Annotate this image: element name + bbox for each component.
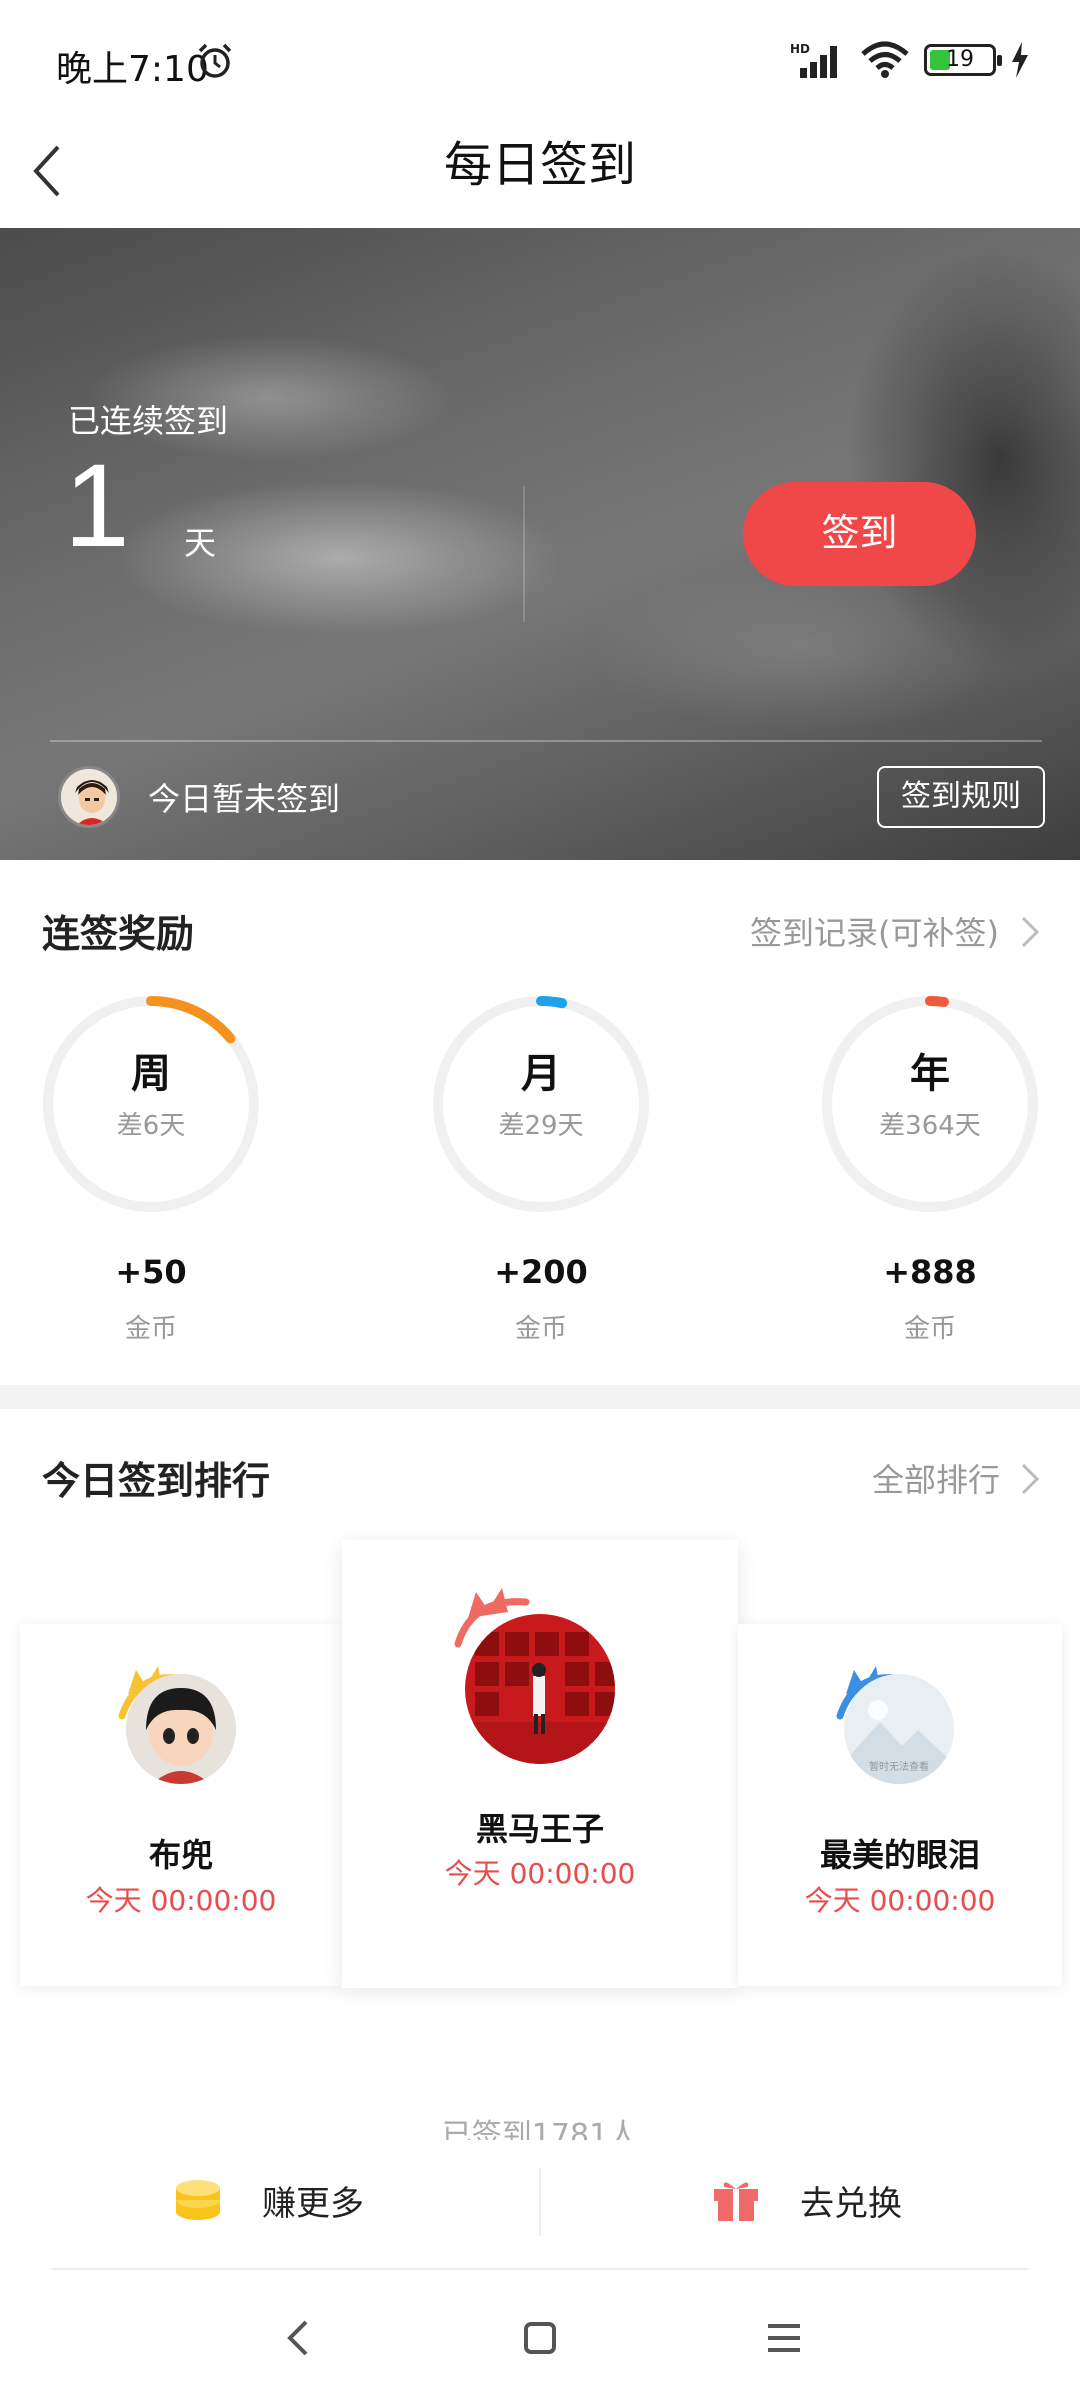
reward-month-remaining: 差29天 <box>498 1111 584 1141</box>
status-time: 晚上7:10 <box>56 49 209 90</box>
coins-icon <box>176 2180 220 2220</box>
signal-icon: HD <box>790 42 837 78</box>
reward-week-period: 周 <box>131 1051 171 1097</box>
streak-days: 1 <box>64 440 130 572</box>
all-ranking-link[interactable]: 全部排行 <box>872 1455 1000 1501</box>
battery-level: 19 <box>946 47 974 72</box>
chevron-right-icon <box>1021 916 1040 948</box>
bottom-separator <box>52 2268 1028 2270</box>
rank-3-avatar-placeholder: 暂时无法查看 <box>869 1760 929 1773</box>
rank-1-name: 黑马王子 <box>475 1810 604 1848</box>
earn-more-label: 赚更多 <box>262 2183 364 2224</box>
title-bar: 每日签到 <box>0 115 1080 227</box>
rank-2-time: 今天 00:00:00 <box>85 1884 277 1917</box>
rank-card-3[interactable]: 暂时无法查看 最美的眼泪 今天 00:00:00 <box>738 1624 1062 1986</box>
nav-home-icon[interactable] <box>510 2308 570 2368</box>
status-bar: 晚上7:10 HD 19 <box>0 0 1080 115</box>
battery-icon: 19 <box>924 44 1002 76</box>
earn-more-button[interactable]: 赚更多 <box>174 2140 364 2260</box>
rank-2-avatar[interactable] <box>126 1674 236 1784</box>
rank-3-name: 最美的眼泪 <box>819 1836 980 1874</box>
streak-label: 已连续签到 <box>68 402 229 440</box>
streak-unit: 天 <box>184 524 217 562</box>
ranking-title: 今日签到排行 <box>42 1459 271 1503</box>
hero-separator <box>50 740 1042 742</box>
status-icons: HD 19 <box>790 40 1030 80</box>
page-title: 每日签到 <box>443 137 636 193</box>
hero-divider <box>523 486 525 622</box>
reward-month-ring: 月 差29天 <box>430 993 652 1215</box>
reward-month-period: 月 <box>521 1051 561 1097</box>
reward-week-remaining: 差6天 <box>116 1111 186 1141</box>
rank-3-time: 今天 00:00:00 <box>804 1884 996 1917</box>
reward-year-ring: 年 差364天 <box>819 993 1041 1215</box>
redeem-button[interactable]: 去兑换 <box>712 2140 902 2260</box>
nav-back-icon[interactable] <box>270 2308 330 2368</box>
rank-1-time: 今天 00:00:00 <box>444 1857 636 1890</box>
signin-record-link[interactable]: 签到记录(可补签) <box>750 908 999 954</box>
charging-icon <box>1012 42 1028 78</box>
rank-card-1[interactable]: 黑马王子 今天 00:00:00 <box>342 1540 738 1988</box>
signin-button[interactable]: 签到 <box>743 482 976 586</box>
user-avatar[interactable] <box>58 766 120 828</box>
reward-month-unit: 金币 <box>514 1314 567 1344</box>
rules-button[interactable]: 签到规则 <box>877 766 1045 828</box>
reward-year-amount: +888 <box>883 1253 977 1291</box>
section-gap <box>0 1385 1080 1409</box>
reward-year-remaining: 差364天 <box>879 1111 981 1141</box>
nav-menu-icon[interactable] <box>754 2308 814 2368</box>
rank-1-avatar[interactable] <box>465 1614 615 1764</box>
gift-icon <box>714 2182 758 2221</box>
reward-year-period: 年 <box>910 1051 950 1097</box>
rank-3-avatar[interactable]: 暂时无法查看 <box>844 1674 954 1784</box>
today-status: 今日暂未签到 <box>148 780 341 818</box>
alarm-icon <box>198 43 232 78</box>
reward-month-amount: +200 <box>494 1253 588 1291</box>
reward-week-ring: 周 差6天 <box>40 993 262 1215</box>
reward-year-unit: 金币 <box>903 1314 956 1344</box>
signin-hero: 已连续签到 1 天 签到 今日暂未签到 签到规则 <box>0 228 1080 860</box>
rewards-title: 连签奖励 <box>42 912 195 956</box>
reward-week-amount: +50 <box>115 1253 187 1291</box>
bottom-action-bar: 赚更多 去兑换 <box>0 2140 1080 2270</box>
bottom-divider <box>539 2168 541 2236</box>
system-nav-bar <box>0 2272 1080 2400</box>
redeem-label: 去兑换 <box>800 2183 902 2224</box>
rank-card-2[interactable]: 布兜 今天 00:00:00 <box>20 1624 342 1986</box>
chevron-right-icon <box>1021 1463 1040 1495</box>
wifi-icon <box>861 41 909 78</box>
reward-week-unit: 金币 <box>124 1314 177 1344</box>
network-badge: HD <box>790 42 810 56</box>
rank-2-name: 布兜 <box>148 1836 213 1874</box>
